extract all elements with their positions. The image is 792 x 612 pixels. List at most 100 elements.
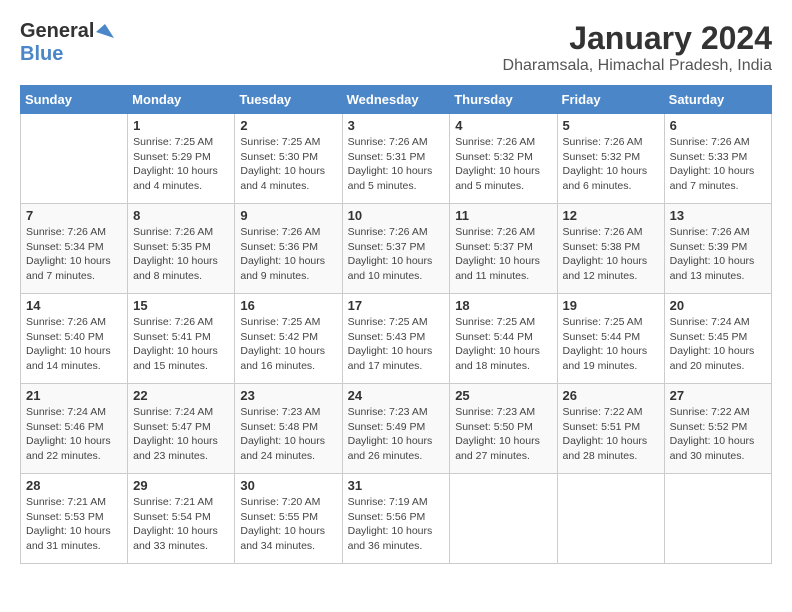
calendar-cell: 4Sunrise: 7:26 AM Sunset: 5:32 PM Daylig… (450, 114, 557, 204)
day-number: 9 (240, 208, 336, 223)
day-number: 27 (670, 388, 766, 403)
calendar-cell: 23 Sunrise: 7:23 AM Sunset: 5:48 PM Dayli… (235, 384, 342, 474)
calendar-cell (21, 114, 128, 204)
calendar-subtitle: Dharamsala, Himachal Pradesh, India (503, 57, 772, 75)
day-number: 5 (563, 118, 659, 133)
day-number: 22 (133, 388, 229, 403)
day-number: 21 (26, 388, 122, 403)
calendar-cell (664, 474, 771, 564)
calendar-week-row: 21 Sunrise: 7:24 AM Sunset: 5:46 PM Dayli… (21, 384, 772, 474)
day-info: Sunrise: 7:22 AM Sunset: 5:52 PM Dayligh… (670, 405, 766, 464)
day-number: 28 (26, 478, 122, 493)
calendar-cell: 22 Sunrise: 7:24 AM Sunset: 5:47 PM Dayli… (128, 384, 235, 474)
calendar-cell: 15 Sunrise: 7:26 AM Sunset: 5:41 PM Dayli… (128, 294, 235, 384)
day-number: 29 (133, 478, 229, 493)
day-info: Sunrise: 7:24 AM Sunset: 5:46 PM Dayligh… (26, 405, 122, 464)
day-number: 25 (455, 388, 551, 403)
day-number: 31 (348, 478, 445, 493)
weekday-header: Wednesday (342, 86, 450, 114)
day-info: Sunrise: 7:22 AM Sunset: 5:51 PM Dayligh… (563, 405, 659, 464)
day-number: 19 (563, 298, 659, 313)
weekday-header-row: SundayMondayTuesdayWednesdayThursdayFrid… (21, 86, 772, 114)
day-number: 2 (240, 118, 336, 133)
day-number: 15 (133, 298, 229, 313)
logo-blue-text: Blue (20, 43, 63, 65)
day-number: 6 (670, 118, 766, 133)
day-number: 8 (133, 208, 229, 223)
calendar-cell: 9 Sunrise: 7:26 AM Sunset: 5:36 PM Daylig… (235, 204, 342, 294)
day-number: 4 (455, 118, 551, 133)
day-info: Sunrise: 7:23 AM Sunset: 5:50 PM Dayligh… (455, 405, 551, 464)
day-info: Sunrise: 7:26 AM Sunset: 5:37 PM Dayligh… (455, 225, 551, 284)
day-number: 1 (133, 118, 229, 133)
day-info: Sunrise: 7:23 AM Sunset: 5:48 PM Dayligh… (240, 405, 336, 464)
logo-bird-icon (96, 22, 114, 40)
day-number: 16 (240, 298, 336, 313)
day-number: 18 (455, 298, 551, 313)
weekday-header: Saturday (664, 86, 771, 114)
calendar-cell: 19 Sunrise: 7:25 AM Sunset: 5:44 PM Dayli… (557, 294, 664, 384)
calendar-cell: 28Sunrise: 7:21 AM Sunset: 5:53 PM Dayli… (21, 474, 128, 564)
logo-general-text: General (20, 20, 94, 43)
page-header: General Blue January 2024 Dharamsala, Hi… (20, 20, 772, 75)
day-info: Sunrise: 7:26 AM Sunset: 5:32 PM Dayligh… (563, 135, 659, 194)
day-number: 17 (348, 298, 445, 313)
day-info: Sunrise: 7:24 AM Sunset: 5:47 PM Dayligh… (133, 405, 229, 464)
day-number: 23 (240, 388, 336, 403)
day-info: Sunrise: 7:26 AM Sunset: 5:37 PM Dayligh… (348, 225, 445, 284)
calendar-cell (450, 474, 557, 564)
weekday-header: Sunday (21, 86, 128, 114)
day-info: Sunrise: 7:25 AM Sunset: 5:30 PM Dayligh… (240, 135, 336, 194)
day-info: Sunrise: 7:19 AM Sunset: 5:56 PM Dayligh… (348, 495, 445, 554)
day-info: Sunrise: 7:26 AM Sunset: 5:36 PM Dayligh… (240, 225, 336, 284)
calendar-table: SundayMondayTuesdayWednesdayThursdayFrid… (20, 85, 772, 564)
weekday-header: Tuesday (235, 86, 342, 114)
weekday-header: Friday (557, 86, 664, 114)
calendar-cell: 17 Sunrise: 7:25 AM Sunset: 5:43 PM Dayli… (342, 294, 450, 384)
calendar-cell: 31 Sunrise: 7:19 AM Sunset: 5:56 PM Dayli… (342, 474, 450, 564)
day-info: Sunrise: 7:26 AM Sunset: 5:34 PM Dayligh… (26, 225, 122, 284)
calendar-cell: 25 Sunrise: 7:23 AM Sunset: 5:50 PM Dayli… (450, 384, 557, 474)
day-info: Sunrise: 7:25 AM Sunset: 5:29 PM Dayligh… (133, 135, 229, 194)
title-area: January 2024 Dharamsala, Himachal Prades… (503, 20, 772, 75)
day-info: Sunrise: 7:26 AM Sunset: 5:40 PM Dayligh… (26, 315, 122, 374)
calendar-cell: 2 Sunrise: 7:25 AM Sunset: 5:30 PM Daylig… (235, 114, 342, 204)
calendar-cell: 13Sunrise: 7:26 AM Sunset: 5:39 PM Dayli… (664, 204, 771, 294)
calendar-cell (557, 474, 664, 564)
calendar-cell: 24Sunrise: 7:23 AM Sunset: 5:49 PM Dayli… (342, 384, 450, 474)
calendar-title: January 2024 (503, 20, 772, 57)
calendar-cell: 16 Sunrise: 7:25 AM Sunset: 5:42 PM Dayli… (235, 294, 342, 384)
calendar-cell: 18 Sunrise: 7:25 AM Sunset: 5:44 PM Dayli… (450, 294, 557, 384)
day-number: 11 (455, 208, 551, 223)
day-number: 13 (670, 208, 766, 223)
day-number: 26 (563, 388, 659, 403)
calendar-week-row: 14Sunrise: 7:26 AM Sunset: 5:40 PM Dayli… (21, 294, 772, 384)
calendar-week-row: 1 Sunrise: 7:25 AM Sunset: 5:29 PM Daylig… (21, 114, 772, 204)
day-info: Sunrise: 7:25 AM Sunset: 5:42 PM Dayligh… (240, 315, 336, 374)
day-number: 12 (563, 208, 659, 223)
calendar-week-row: 7Sunrise: 7:26 AM Sunset: 5:34 PM Daylig… (21, 204, 772, 294)
day-info: Sunrise: 7:26 AM Sunset: 5:38 PM Dayligh… (563, 225, 659, 284)
logo: General Blue (20, 20, 114, 66)
calendar-cell: 20Sunrise: 7:24 AM Sunset: 5:45 PM Dayli… (664, 294, 771, 384)
calendar-cell: 29 Sunrise: 7:21 AM Sunset: 5:54 PM Dayli… (128, 474, 235, 564)
calendar-cell: 11 Sunrise: 7:26 AM Sunset: 5:37 PM Dayli… (450, 204, 557, 294)
calendar-cell: 8 Sunrise: 7:26 AM Sunset: 5:35 PM Daylig… (128, 204, 235, 294)
day-info: Sunrise: 7:26 AM Sunset: 5:31 PM Dayligh… (348, 135, 445, 194)
day-number: 30 (240, 478, 336, 493)
day-info: Sunrise: 7:25 AM Sunset: 5:44 PM Dayligh… (563, 315, 659, 374)
weekday-header: Monday (128, 86, 235, 114)
calendar-cell: 1 Sunrise: 7:25 AM Sunset: 5:29 PM Daylig… (128, 114, 235, 204)
calendar-cell: 21 Sunrise: 7:24 AM Sunset: 5:46 PM Dayli… (21, 384, 128, 474)
day-number: 20 (670, 298, 766, 313)
day-info: Sunrise: 7:20 AM Sunset: 5:55 PM Dayligh… (240, 495, 336, 554)
day-info: Sunrise: 7:26 AM Sunset: 5:33 PM Dayligh… (670, 135, 766, 194)
day-info: Sunrise: 7:25 AM Sunset: 5:44 PM Dayligh… (455, 315, 551, 374)
day-info: Sunrise: 7:21 AM Sunset: 5:54 PM Dayligh… (133, 495, 229, 554)
day-info: Sunrise: 7:26 AM Sunset: 5:35 PM Dayligh… (133, 225, 229, 284)
day-info: Sunrise: 7:25 AM Sunset: 5:43 PM Dayligh… (348, 315, 445, 374)
weekday-header: Thursday (450, 86, 557, 114)
day-number: 24 (348, 388, 445, 403)
calendar-cell: 30 Sunrise: 7:20 AM Sunset: 5:55 PM Dayli… (235, 474, 342, 564)
day-info: Sunrise: 7:26 AM Sunset: 5:41 PM Dayligh… (133, 315, 229, 374)
